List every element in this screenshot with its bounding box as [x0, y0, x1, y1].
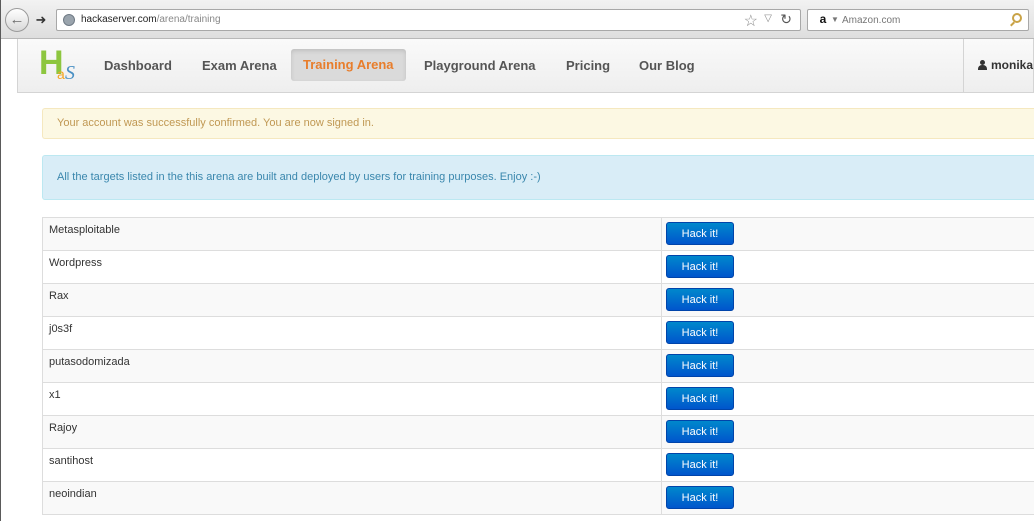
target-name: neoindian: [42, 481, 662, 515]
info-alert-text: All the targets listed in the this arena…: [57, 171, 541, 183]
target-name: Rax: [42, 283, 662, 317]
url-path: /arena/training: [156, 14, 221, 25]
info-alert: All the targets listed in the this arena…: [42, 155, 1034, 200]
hack-it-button[interactable]: Hack it!: [666, 354, 734, 377]
action-cell: Hack it!: [661, 316, 1034, 350]
site-navbar: H a S Dashboard Exam Arena Training Aren…: [17, 39, 1034, 93]
search-bar[interactable]: a ▼ Amazon.com: [807, 9, 1029, 31]
window-left-border: [0, 0, 1, 521]
table-row: Rajoy Hack it!: [42, 415, 1034, 449]
hack-it-button[interactable]: Hack it!: [666, 486, 734, 509]
logo-letter-a: a: [57, 66, 65, 82]
nav-playground-arena[interactable]: Playground Arena: [424, 39, 535, 92]
table-row: x1 Hack it!: [42, 382, 1034, 416]
action-cell: Hack it!: [661, 217, 1034, 251]
target-name: santihost: [42, 448, 662, 482]
search-placeholder: Amazon.com: [842, 15, 901, 26]
action-cell: Hack it!: [661, 448, 1034, 482]
table-row: Metasploitable Hack it!: [42, 217, 1034, 251]
action-cell: Hack it!: [661, 283, 1034, 317]
table-row: neoindian Hack it!: [42, 481, 1034, 515]
user-name: monika: [991, 58, 1034, 72]
hack-it-button[interactable]: Hack it!: [666, 255, 734, 278]
action-cell: Hack it!: [661, 415, 1034, 449]
table-row: Wordpress Hack it!: [42, 250, 1034, 284]
targets-table: Metasploitable Hack it! Wordpress Hack i…: [42, 217, 1034, 515]
logo-letter-s: S: [65, 62, 75, 84]
nav-dashboard[interactable]: Dashboard: [104, 39, 172, 92]
target-name: Metasploitable: [42, 217, 662, 251]
target-name: Wordpress: [42, 250, 662, 284]
forward-arrow-icon[interactable]: ➜: [29, 12, 53, 28]
back-arrow-icon[interactable]: ←: [5, 8, 29, 32]
table-row: Rax Hack it!: [42, 283, 1034, 317]
success-alert: Your account was successfully confirmed.…: [42, 108, 1034, 139]
url-text: hackaserver.com/arena/training: [81, 14, 221, 25]
table-row: j0s3f Hack it!: [42, 316, 1034, 350]
success-alert-text: Your account was successfully confirmed.…: [57, 117, 374, 129]
address-bar[interactable]: hackaserver.com/arena/training ☆ ▽ ↻: [56, 9, 801, 31]
target-name: Rajoy: [42, 415, 662, 449]
search-icon[interactable]: [1012, 13, 1022, 23]
hack-it-button[interactable]: Hack it!: [666, 387, 734, 410]
nav-our-blog[interactable]: Our Blog: [639, 39, 695, 92]
history-dropdown-icon[interactable]: ▽: [764, 13, 772, 24]
bookmark-star-icon[interactable]: ☆: [744, 11, 758, 31]
url-domain: hackaserver.com: [81, 14, 157, 25]
hack-it-button[interactable]: Hack it!: [666, 321, 734, 344]
browser-toolbar: ← ➜ hackaserver.com/arena/training ☆ ▽ ↻…: [1, 0, 1034, 39]
reload-icon[interactable]: ↻: [780, 11, 792, 28]
search-engine-dropdown-icon[interactable]: ▼: [831, 15, 839, 24]
hack-it-button[interactable]: Hack it!: [666, 222, 734, 245]
target-name: j0s3f: [42, 316, 662, 350]
action-cell: Hack it!: [661, 382, 1034, 416]
nav-pricing[interactable]: Pricing: [566, 39, 610, 92]
action-cell: Hack it!: [661, 250, 1034, 284]
table-row: santihost Hack it!: [42, 448, 1034, 482]
amazon-icon[interactable]: a: [816, 13, 830, 27]
nav-training-arena[interactable]: Training Arena: [291, 49, 406, 81]
hack-it-button[interactable]: Hack it!: [666, 288, 734, 311]
user-icon: [978, 60, 987, 70]
table-row: putasodomizada Hack it!: [42, 349, 1034, 383]
target-name: putasodomizada: [42, 349, 662, 383]
target-name: x1: [42, 382, 662, 416]
history-buttons: ← ➜: [5, 8, 57, 32]
user-menu-button[interactable]: monika: [963, 39, 1034, 92]
hack-it-button[interactable]: Hack it!: [666, 420, 734, 443]
action-cell: Hack it!: [661, 349, 1034, 383]
globe-icon: [63, 14, 75, 26]
nav-exam-arena[interactable]: Exam Arena: [202, 39, 277, 92]
hack-it-button[interactable]: Hack it!: [666, 453, 734, 476]
action-cell: Hack it!: [661, 481, 1034, 515]
site-logo[interactable]: H a S: [39, 44, 79, 86]
